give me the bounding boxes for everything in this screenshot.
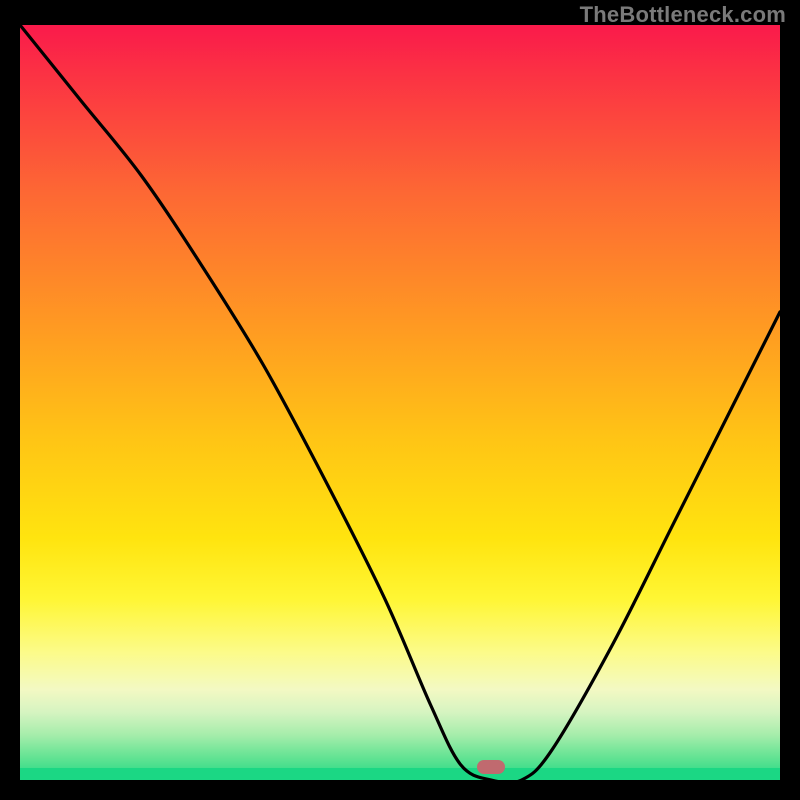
chart-frame: TheBottleneck.com [0,0,800,800]
watermark-text: TheBottleneck.com [580,2,786,28]
optimal-marker [477,760,505,774]
curve-path [20,25,780,780]
bottleneck-curve [20,25,780,780]
plot-area [20,25,780,780]
